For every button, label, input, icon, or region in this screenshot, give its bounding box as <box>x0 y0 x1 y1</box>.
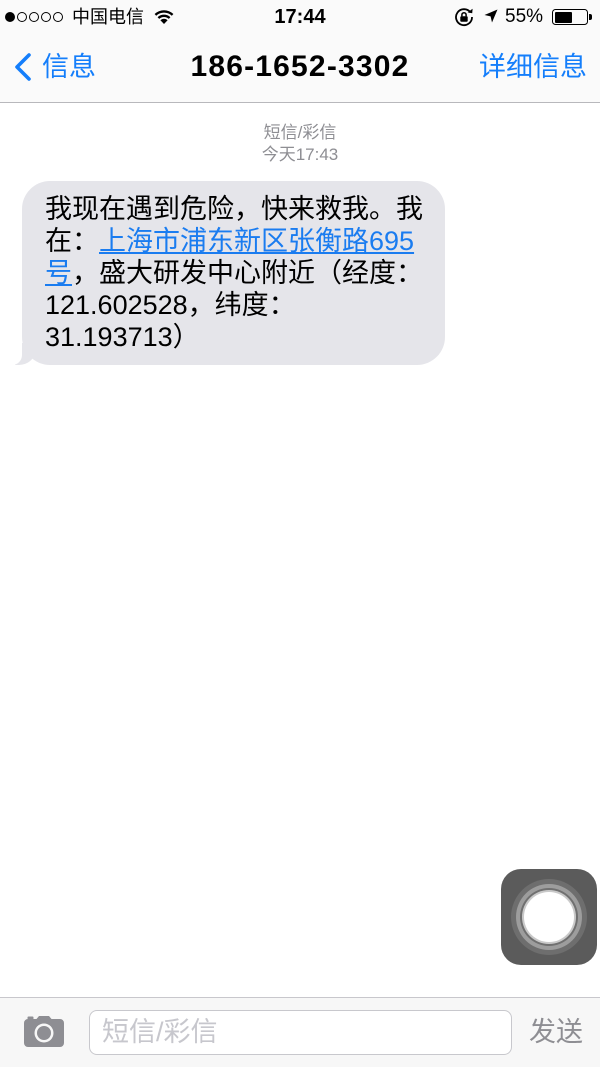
location-arrow-icon <box>484 9 498 23</box>
camera-icon[interactable] <box>24 1015 64 1047</box>
send-button[interactable]: 发送 <box>529 998 583 1067</box>
status-time: 17:44 <box>274 6 326 28</box>
message-timestamp: 今天17:43 <box>261 145 339 164</box>
back-button-label: 信息 <box>42 52 96 82</box>
signal-dot <box>41 12 51 22</box>
status-bar: 中国电信 17:44 55% <box>0 0 600 32</box>
message-composer: 发送 <box>0 997 600 1067</box>
assistive-touch-button[interactable] <box>501 869 597 965</box>
signal-dot <box>53 12 63 22</box>
carrier-name: 中国电信 <box>72 7 144 27</box>
thread-header: 短信/彩信 今天17:43 <box>0 122 600 166</box>
assistive-touch-icon <box>524 892 574 942</box>
top-chrome: 中国电信 17:44 55% 信息 186-1652-3302 详细信息 <box>0 0 600 103</box>
signal-dot <box>29 12 39 22</box>
signal-strength-icon <box>5 12 63 22</box>
battery-icon <box>552 9 592 25</box>
message-text-after-link: ，盛大研发中心附近（经度：121.602528，纬度：31.193713） <box>45 258 423 352</box>
message-input[interactable] <box>89 1010 512 1055</box>
battery-percentage: 55% <box>505 6 544 27</box>
incoming-message-bubble: 我现在遇到危险，快来救我。我在：上海市浦东新区张衡路695号，盛大研发中心附近（… <box>0 181 445 365</box>
navigation-bar: 信息 186-1652-3302 详细信息 <box>0 32 600 102</box>
service-label: 短信/彩信 <box>263 123 337 142</box>
wifi-icon <box>154 10 174 24</box>
signal-dot <box>17 12 27 22</box>
orientation-lock-icon <box>455 8 473 27</box>
conversation-title: 186-1652-3302 <box>190 50 410 83</box>
back-button[interactable]: 信息 <box>12 32 96 102</box>
chevron-left-icon <box>15 53 31 81</box>
signal-dot <box>5 12 15 22</box>
details-button[interactable]: 详细信息 <box>479 32 587 102</box>
battery-level-fill <box>554 11 572 23</box>
